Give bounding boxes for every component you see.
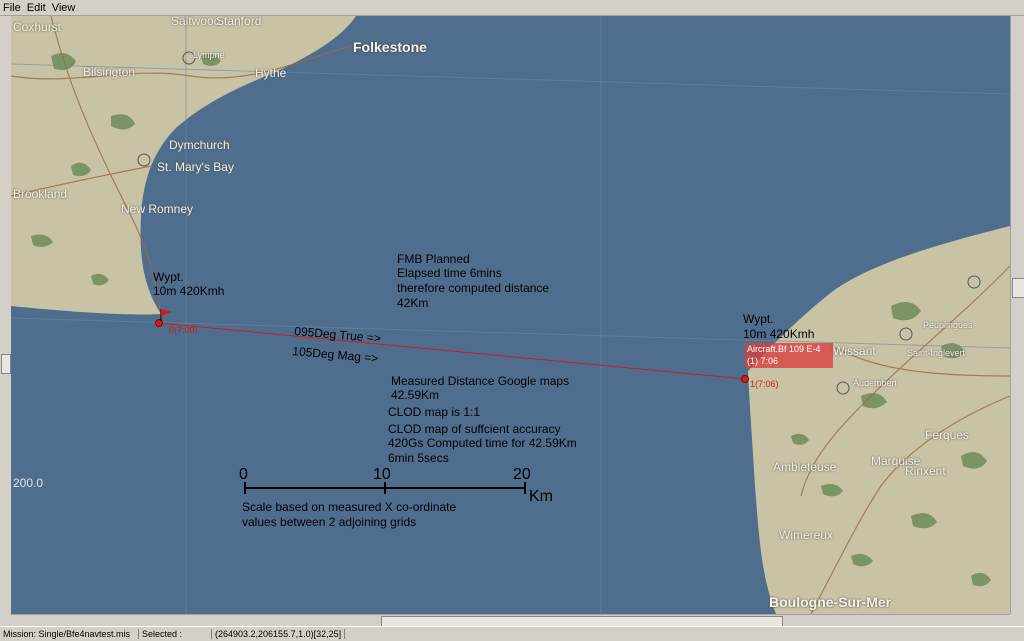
place-st-marys-bay: St. Mary's Bay [157, 160, 234, 174]
waypoint-1-title: Wypt. [743, 312, 774, 326]
waypoint-0-title: Wypt. [153, 270, 184, 284]
place-dymchurch: Dymchurch [169, 138, 230, 152]
computed-time-label: 420Gs Computed time for 42.59Km [388, 436, 577, 450]
status-coordinates: (264903.2,206155.7,1.0)[32,25] [212, 629, 346, 639]
clod-map-accuracy: CLOD map of suffcient accuracy [388, 422, 561, 436]
place-hythe: Hythe [255, 66, 287, 80]
place-audembert: Audembert [853, 378, 898, 388]
status-bar: Mission: Single/Bfe4navtest.mis Selected… [0, 626, 1024, 641]
computed-time-value: 6min 5secs [388, 451, 449, 465]
menu-bar: File Edit View [0, 0, 1024, 16]
place-bilsington: Bilsington [83, 65, 136, 79]
vertical-scrollbar[interactable] [1010, 16, 1024, 614]
map-canvas[interactable] [11, 16, 1010, 614]
grid-coordinate-label: 200.0 [13, 476, 44, 490]
scale-tick-20: 20 [513, 466, 531, 483]
waypoint-1-marker [741, 375, 749, 383]
menu-view[interactable]: View [49, 2, 79, 14]
place-saltwood: Saltwood [171, 16, 221, 28]
status-selected: Selected : [139, 629, 212, 639]
scale-tick-0: 0 [239, 466, 248, 483]
place-boulogne: Boulogne-Sur-Mer [769, 594, 892, 610]
aircraft-tag-name[interactable]: Aircraft.Bf 109 E-4 [747, 344, 821, 354]
measured-distance-title: Measured Distance Google maps [391, 374, 570, 388]
left-scroll-thumb[interactable] [1, 354, 11, 374]
place-lympne: Lympne [193, 50, 225, 60]
clod-map-scale: CLOD map is 1:1 [388, 405, 481, 419]
waypoint-0-label[interactable]: 0(7:00) [169, 325, 198, 335]
place-ferques: Ferques [925, 428, 970, 442]
fmb-planned-title: FMB Planned [397, 252, 470, 266]
place-saint-inglevert: Saint-Inglevert [907, 348, 966, 358]
place-wissant: Wissant [833, 344, 876, 358]
fmb-computed-distance-label: therefore computed distance [397, 281, 550, 295]
map-view[interactable]: Coxhurst Saltwood Stanford Folkestone Bi… [11, 16, 1010, 614]
menu-edit[interactable]: Edit [24, 2, 49, 14]
waypoint-1-detail: 10m 420Kmh [743, 327, 815, 341]
place-wimereux: Wimereux [779, 528, 834, 542]
scale-note-line2: values between 2 adjoining grids [242, 515, 417, 529]
scale-tick-10: 10 [373, 466, 391, 483]
status-mission: Mission: Single/Bfe4navtest.mis [0, 629, 139, 639]
waypoint-0-detail: 10m 420Kmh [153, 284, 225, 298]
place-coxhurst: Coxhurst [13, 20, 62, 34]
place-peuplingues: Peuplingues [923, 320, 973, 330]
fmb-distance-value: 42Km [397, 296, 429, 310]
place-new-romney: New Romney [121, 202, 194, 216]
aircraft-tag-time[interactable]: (1) 7:06 [747, 356, 778, 366]
waypoint-1-label[interactable]: 1(7:06) [750, 379, 779, 389]
vertical-scroll-thumb[interactable] [1012, 278, 1024, 298]
place-stanford: Stanford [216, 16, 262, 28]
scale-unit: Km [529, 488, 553, 505]
place-ambleteuse: Ambleteuse [773, 460, 837, 474]
scale-note-line1: Scale based on measured X co-ordinate [242, 500, 457, 514]
place-brookland: Brookland [13, 187, 68, 201]
place-rinxent: Rinxent [905, 464, 946, 478]
menu-file[interactable]: File [0, 2, 24, 14]
fmb-elapsed-time: Elapsed time 6mins [397, 266, 502, 280]
place-folkestone: Folkestone [353, 39, 427, 55]
measured-distance-value: 42.59Km [391, 388, 440, 402]
